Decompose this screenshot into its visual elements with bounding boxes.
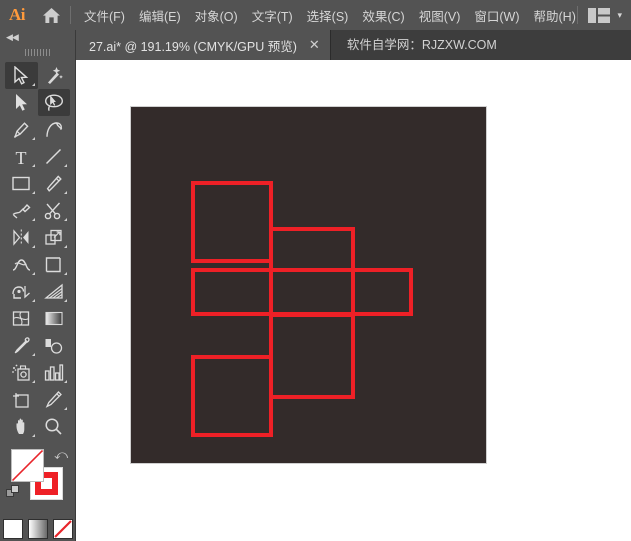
menu-divider	[70, 6, 71, 24]
zoom-tool[interactable]	[38, 413, 71, 440]
eyedropper-tool[interactable]	[5, 332, 38, 359]
tool-flyout-indicator	[64, 245, 67, 248]
menu-item-window[interactable]: 窗口(W)	[467, 2, 526, 29]
swap-fill-stroke-icon[interactable]: ⤺	[54, 447, 68, 463]
curvature-tool[interactable]	[38, 116, 71, 143]
tools-panel: ◀◀ T ⤺	[0, 30, 76, 541]
menu-bar-right: ▾	[577, 0, 627, 30]
menu-item-edit[interactable]: 编辑(E)	[132, 2, 188, 29]
shape-lower-middle-square	[269, 312, 355, 399]
menu-item-help[interactable]: 帮助(H)	[527, 2, 583, 29]
illustrator-window: Ai 文件(F) 编辑(E) 对象(O) 文字(T) 选择(S) 效果(C) 视…	[0, 0, 631, 541]
tool-flyout-indicator	[64, 299, 67, 302]
document-tab-bar: 27.ai* @ 191.19% (CMYK/GPU 预览) ✕ 软件自学网：R…	[0, 30, 631, 60]
chevron-down-icon[interactable]: ▾	[617, 10, 622, 21]
tool-flyout-indicator	[31, 218, 35, 221]
menu-item-effect[interactable]: 效果(C)	[355, 2, 411, 29]
collapse-panel-button[interactable]: ◀◀	[0, 30, 75, 44]
menu-item-view[interactable]: 视图(V)	[412, 2, 468, 29]
close-icon[interactable]: ✕	[309, 37, 320, 53]
none-slash-icon	[53, 520, 72, 538]
document-tab[interactable]: 27.ai* @ 191.19% (CMYK/GPU 预览) ✕	[76, 30, 331, 60]
blend-tool[interactable]	[38, 332, 71, 359]
hand-tool[interactable]	[5, 413, 38, 440]
canvas-area[interactable]	[76, 60, 631, 541]
scissors-tool[interactable]	[38, 197, 71, 224]
width-tool[interactable]	[5, 251, 38, 278]
lasso-tool[interactable]	[37, 89, 70, 116]
menu-bar: Ai 文件(F) 编辑(E) 对象(O) 文字(T) 选择(S) 效果(C) 视…	[0, 0, 631, 30]
menu-item-select[interactable]: 选择(S)	[300, 2, 356, 29]
panel-drag-handle[interactable]	[0, 44, 75, 60]
menu-items: 文件(F) 编辑(E) 对象(O) 文字(T) 选择(S) 效果(C) 视图(V…	[77, 2, 583, 29]
workspace-layout-icon[interactable]	[588, 7, 611, 23]
document-tab-title: 27.ai* @ 191.19% (CMYK/GPU 预览)	[89, 39, 297, 54]
menu-item-type[interactable]: 文字(T)	[245, 2, 300, 29]
symbol-sprayer-tool[interactable]	[5, 359, 38, 386]
tool-flyout-indicator	[31, 164, 35, 167]
tool-flyout-indicator	[31, 137, 35, 140]
tool-flyout-indicator	[31, 272, 35, 275]
menu-item-file[interactable]: 文件(F)	[77, 2, 132, 29]
tool-flyout-indicator	[31, 83, 35, 86]
tool-flyout-indicator	[31, 434, 35, 437]
shape-builder-tool[interactable]	[5, 278, 38, 305]
shape-horizontal-bar	[191, 268, 413, 316]
tool-flyout-indicator	[64, 218, 67, 221]
tool-flyout-indicator	[31, 299, 35, 302]
default-fill-stroke-icon[interactable]	[6, 485, 21, 505]
selection-tool[interactable]	[5, 62, 38, 89]
tool-flyout-indicator	[64, 191, 67, 194]
rectangle-tool[interactable]	[5, 170, 38, 197]
color-mode-buttons	[0, 519, 75, 539]
shaper-tool[interactable]	[5, 197, 38, 224]
shape-top-left-square	[191, 181, 273, 263]
artboard-tool[interactable]	[5, 386, 38, 413]
fill-stroke-controls: ⤺	[0, 445, 75, 509]
mesh-tool[interactable]	[5, 305, 38, 332]
tool-flyout-indicator	[64, 380, 67, 383]
rotate-tool[interactable]	[5, 224, 38, 251]
grip-lines-icon	[24, 48, 51, 56]
column-graph-tool[interactable]	[38, 359, 71, 386]
artwork-vector-shapes[interactable]	[131, 107, 486, 463]
scale-tool[interactable]	[38, 224, 71, 251]
tool-flyout-indicator	[31, 380, 35, 383]
shape-bottom-left-square	[191, 355, 273, 437]
paintbrush-tool[interactable]	[38, 170, 71, 197]
home-icon[interactable]	[34, 7, 68, 24]
slice-tool[interactable]	[38, 386, 71, 413]
tool-flyout-indicator	[64, 164, 67, 167]
workspace-divider	[577, 6, 579, 24]
fill-swatch[interactable]	[11, 449, 44, 482]
line-segment-tool[interactable]	[38, 143, 71, 170]
watermark-text: 软件自学网：RJZXW.COM	[346, 38, 497, 52]
no-fill-slash-icon	[12, 450, 43, 481]
tool-grid: T	[0, 60, 75, 440]
free-transform-tool[interactable]	[38, 251, 71, 278]
menu-item-object[interactable]: 对象(O)	[188, 2, 245, 29]
magic-wand-tool[interactable]	[38, 62, 71, 89]
tool-flyout-indicator	[64, 407, 67, 410]
type-tool[interactable]: T	[5, 143, 38, 170]
svg-text:T: T	[16, 148, 27, 166]
tool-flyout-indicator	[31, 245, 35, 248]
pen-tool[interactable]	[5, 116, 38, 143]
none-mode-button[interactable]	[52, 519, 73, 539]
tool-flyout-indicator	[64, 272, 67, 275]
solid-color-mode-button[interactable]	[2, 519, 23, 539]
direct-selection-tool[interactable]	[5, 89, 38, 116]
perspective-grid-tool[interactable]	[38, 278, 71, 305]
app-logo: Ai	[9, 5, 26, 24]
tool-flyout-indicator	[31, 191, 35, 194]
artboard[interactable]	[131, 107, 486, 463]
gradient-mode-button[interactable]	[27, 519, 48, 539]
gradient-tool[interactable]	[38, 305, 71, 332]
tool-flyout-indicator	[31, 353, 35, 356]
